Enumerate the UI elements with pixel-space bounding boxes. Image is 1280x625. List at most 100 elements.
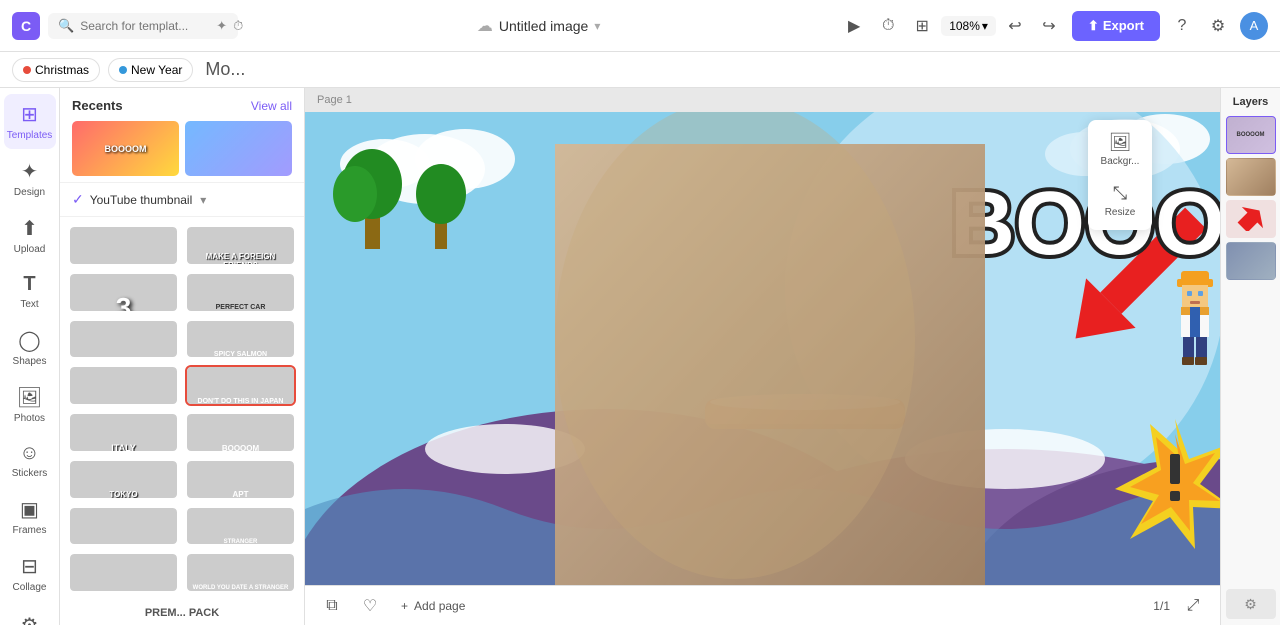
sidebar-item-text[interactable]: T Text <box>4 265 56 318</box>
add-page-button[interactable]: + Add page <box>393 595 473 617</box>
newyear-dot <box>119 66 127 74</box>
template-boooom2[interactable]: BOOOOM <box>185 412 296 453</box>
collage-label: Collage <box>13 582 47 593</box>
filter-check-icon: ✓ <box>72 191 84 208</box>
layer-thumb-2[interactable] <box>1226 158 1276 196</box>
topbar-right: ⬆ Export ? ⚙ A <box>1072 11 1268 41</box>
background-button[interactable]: 🖼 Backgr... <box>1094 126 1146 173</box>
layer-settings-thumb[interactable]: ⚙ <box>1226 589 1276 619</box>
templates-label: Templates <box>7 130 53 141</box>
doc-title-area[interactable]: ☁ Untitled image ▾ <box>477 16 601 36</box>
template-lucas[interactable]: LUCAS <box>68 319 179 360</box>
template-japan[interactable]: DON'T DO THIS IN JAPAN <box>185 365 296 406</box>
plugins-icon: ⚙ <box>21 613 39 625</box>
layout-tool[interactable]: ⊞ <box>907 11 937 41</box>
design-label: Design <box>14 187 45 198</box>
template-coffee[interactable]: PRODUCT REVIEW COFFEE MAKER <box>68 552 179 593</box>
template-stranger[interactable]: STRANGER <box>185 506 296 547</box>
layer-thumb-3[interactable] <box>1226 200 1276 238</box>
search-icon: 🔍 <box>58 18 74 34</box>
layers-title: Layers <box>1225 94 1276 116</box>
export-button[interactable]: ⬆ Export <box>1072 11 1160 41</box>
shapes-label: Shapes <box>13 356 47 367</box>
shapes-icon: ◯ <box>18 328 40 353</box>
fullscreen-button[interactable]: ⤢ <box>1178 591 1208 621</box>
premium-pack-label: PREM... PACK <box>60 601 304 625</box>
sidebar-item-shapes[interactable]: ◯ Shapes <box>4 320 56 375</box>
text-icon: T <box>23 273 35 296</box>
recents-row: Recents View all <box>72 98 292 113</box>
duplicate-page-button[interactable]: ⧉ <box>317 591 347 621</box>
design-icon: ✦ <box>21 159 38 184</box>
cursor-tool[interactable]: ▶ <box>839 11 869 41</box>
add-page-icon: + <box>401 599 408 613</box>
resize-button[interactable]: ⤡ Resize <box>1094 177 1146 224</box>
resize-icon: ⤡ <box>1113 183 1127 204</box>
sidebar-item-frames[interactable]: ▣ Frames <box>4 489 56 544</box>
sidebar-item-design[interactable]: ✦ Design <box>4 151 56 206</box>
sidebar-item-stickers[interactable]: ☺ Stickers <box>4 434 56 487</box>
zoom-control[interactable]: 108% ▾ <box>941 16 996 36</box>
filter-label[interactable]: YouTube thumbnail <box>90 193 193 207</box>
ai-icon[interactable]: ✦ <box>216 18 227 34</box>
frames-label: Frames <box>13 525 47 536</box>
photos-icon: 🖼 <box>17 385 42 410</box>
more-tags-button[interactable]: Mo... <box>201 59 249 80</box>
recent-thumb-2[interactable] <box>185 121 292 176</box>
template-perfect[interactable]: PERFECT CAR <box>185 272 296 313</box>
search-input[interactable] <box>80 19 210 33</box>
page-current: 1 <box>1153 599 1160 613</box>
favorite-button[interactable]: ♡ <box>355 591 385 621</box>
page-counter: 1/1 <box>1153 599 1170 613</box>
templates-grid: SAN JUAN MAKE A FOREIGN FRIEND? 3 PERFEC… <box>60 217 304 601</box>
photos-label: Photos <box>14 413 45 424</box>
upload-label: Upload <box>14 244 46 255</box>
canvas[interactable]: BOOOOM <box>305 112 1220 585</box>
sidebar-item-templates[interactable]: ⊞ Templates <box>4 94 56 149</box>
chevron-down-icon[interactable]: ▾ <box>594 19 600 33</box>
template-apt[interactable]: APT <box>185 459 296 500</box>
canvas-bottom-bar: ⧉ ♡ + Add page 1/1 ⤢ <box>305 585 1220 625</box>
template-camera[interactable]: BEST CAMERA <box>68 365 179 406</box>
floating-panel: 🖼 Backgr... ⤡ Resize <box>1088 120 1152 230</box>
recent-thumb-1[interactable]: BOOOOM <box>72 121 179 176</box>
page-total: 1 <box>1163 599 1170 613</box>
sidebar-item-plugins[interactable]: ⚙ Plugins <box>4 605 56 625</box>
template-world[interactable]: WORLD YOU DATE A STRANGER <box>185 552 296 593</box>
help-icon[interactable]: ? <box>1168 12 1196 40</box>
topbar: C 🔍 ✦ ⏱ ☁ Untitled image ▾ ▶ ⏱ ⊞ 108% ▾ … <box>0 0 1280 52</box>
filter-chevron-icon[interactable]: ▾ <box>200 193 206 207</box>
sidebar-item-photos[interactable]: 🖼 Photos <box>4 377 56 432</box>
add-page-label: Add page <box>414 599 465 613</box>
search-box[interactable]: 🔍 ✦ ⏱ <box>48 13 238 39</box>
history-icon[interactable]: ⏱ <box>233 18 243 34</box>
resize-label: Resize <box>1105 207 1136 218</box>
layer-thumb-4[interactable] <box>1226 242 1276 280</box>
app-logo[interactable]: C <box>12 12 40 40</box>
template-tokyo[interactable]: TOKYO <box>68 459 179 500</box>
templates-panel: Recents View all BOOOOM ✓ YouTube thumbn… <box>60 88 305 625</box>
template-sanjuan[interactable]: SAN JUAN <box>68 225 179 266</box>
canvas-container[interactable]: BOOOOM 🖼 Backgr.. <box>305 112 1220 585</box>
upload-icon: ⬆ <box>21 216 38 241</box>
template-salmon[interactable]: SPICY SALMON <box>185 319 296 360</box>
template-monetized[interactable]: FINALLY MONETIZED <box>68 506 179 547</box>
template-italy[interactable]: ITALY <box>68 412 179 453</box>
template-3[interactable]: 3 <box>68 272 179 313</box>
christmas-label: Christmas <box>35 63 89 77</box>
layer-thumb-1[interactable]: BOOOOM <box>1226 116 1276 154</box>
redo-button[interactable]: ↪ <box>1034 11 1064 41</box>
user-avatar[interactable]: A <box>1240 12 1268 40</box>
tag-christmas[interactable]: Christmas <box>12 58 100 82</box>
settings-icon[interactable]: ⚙ <box>1204 12 1232 40</box>
canvas-area: Page 1 <box>305 88 1220 625</box>
tag-new-year[interactable]: New Year <box>108 58 193 82</box>
topbar-left: C 🔍 ✦ ⏱ <box>12 12 238 40</box>
sidebar-item-upload[interactable]: ⬆ Upload <box>4 208 56 263</box>
view-all-button[interactable]: View all <box>251 99 292 113</box>
timer-tool[interactable]: ⏱ <box>873 11 903 41</box>
templates-icon: ⊞ <box>21 102 38 127</box>
template-foreign[interactable]: MAKE A FOREIGN FRIEND? <box>185 225 296 266</box>
sidebar-item-collage[interactable]: ⊟ Collage <box>4 546 56 601</box>
undo-button[interactable]: ↩ <box>1000 11 1030 41</box>
